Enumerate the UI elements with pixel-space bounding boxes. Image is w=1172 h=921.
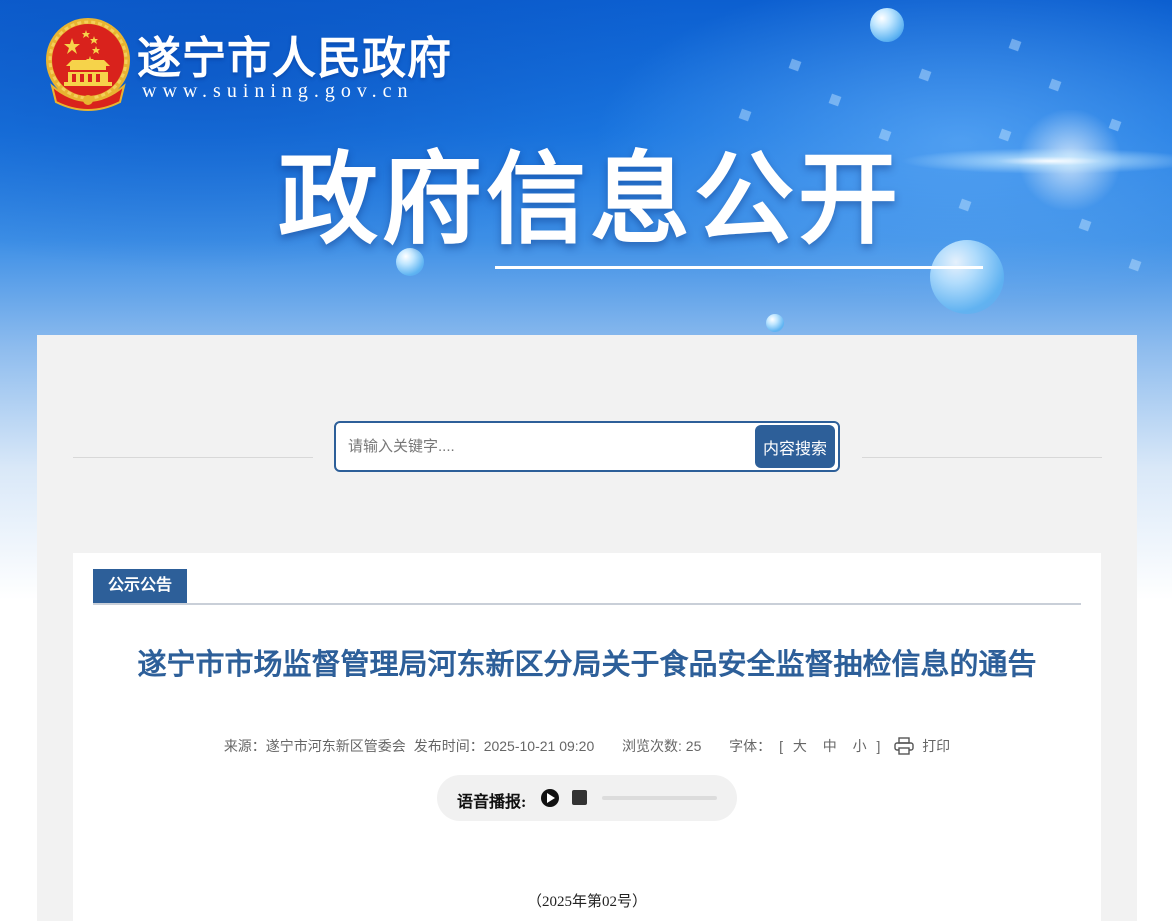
- decorative-cube: [1048, 78, 1062, 92]
- decorative-cube: [738, 108, 752, 122]
- print-icon[interactable]: [894, 737, 914, 755]
- decorative-cube: [788, 58, 802, 72]
- search-button[interactable]: 内容搜索: [755, 425, 835, 468]
- font-size-label: 字体：: [729, 738, 772, 754]
- divider: [862, 457, 1102, 458]
- stop-icon[interactable]: [572, 790, 587, 805]
- decorative-cube: [958, 198, 972, 212]
- bracket: ]: [876, 738, 881, 754]
- article-meta: 来源：遂宁市河东新区管委会 发布时间：2025-10-21 09:20 浏览次数…: [73, 736, 1101, 756]
- site-url[interactable]: www.suining.gov.cn: [142, 80, 414, 103]
- content-container: 内容搜索 公示公告 遂宁市市场监督管理局河东新区分局关于食品安全监督抽检信息的通…: [37, 335, 1137, 921]
- article-card: 公示公告 遂宁市市场监督管理局河东新区分局关于食品安全监督抽检信息的通告 来源：…: [73, 553, 1101, 921]
- search-input[interactable]: [344, 429, 744, 464]
- decorative-cube: [1078, 218, 1092, 232]
- bracket: [: [779, 738, 783, 754]
- voice-broadcast-bar: 语音播报:: [437, 775, 737, 821]
- voice-broadcast-label: 语音播报:: [457, 794, 527, 811]
- font-size-large-button[interactable]: 大: [793, 736, 807, 756]
- national-emblem-icon: [46, 18, 130, 111]
- decorative-cube: [1008, 38, 1022, 52]
- decorative-cube: [1128, 258, 1142, 272]
- font-size-small-button[interactable]: 小: [853, 736, 867, 756]
- decorative-bubble: [870, 8, 904, 42]
- document-number: （2025年第02号）: [526, 894, 647, 910]
- article-source: 来源：遂宁市河东新区管委会: [223, 738, 406, 754]
- tab-announcement[interactable]: 公示公告: [93, 569, 187, 603]
- play-icon[interactable]: [541, 789, 559, 807]
- decorative-cube: [918, 68, 932, 82]
- article-publish-time: 发布时间：2025-10-21 09:20: [413, 738, 595, 754]
- decorative-bubble: [930, 240, 1004, 314]
- print-button[interactable]: 打印: [922, 736, 950, 756]
- font-size-medium-button[interactable]: 中: [823, 736, 837, 756]
- article-view-count: 浏览次数: 25: [622, 738, 702, 754]
- title-underline: [495, 266, 983, 269]
- section-title: 政府信息公开: [278, 144, 902, 256]
- article-title: 遂宁市市场监督管理局河东新区分局关于食品安全监督抽检信息的通告: [137, 649, 1037, 681]
- decorative-cube: [828, 93, 842, 107]
- category-tab-bar: 公示公告: [93, 569, 1081, 605]
- search-box: 内容搜索: [334, 421, 840, 472]
- divider: [73, 457, 313, 458]
- light-flare: [900, 148, 1172, 174]
- voice-progress-track[interactable]: [602, 796, 717, 800]
- decorative-bubble: [766, 314, 784, 332]
- site-name[interactable]: 遂宁市人民政府: [137, 22, 452, 86]
